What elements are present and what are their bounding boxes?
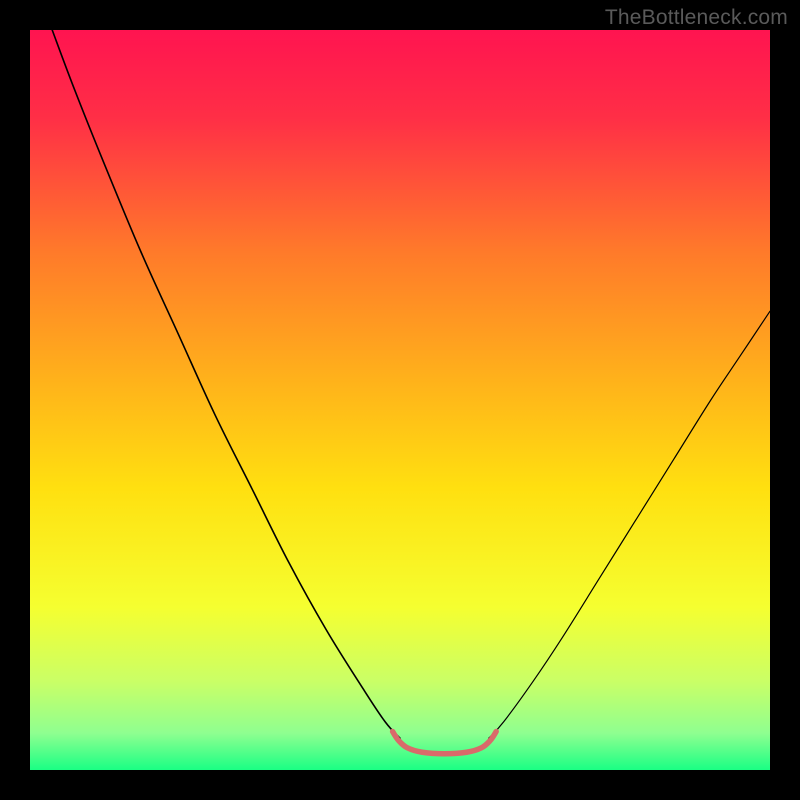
watermark-text: TheBottleneck.com <box>605 6 788 30</box>
gradient-background <box>30 30 770 770</box>
chart-svg <box>30 30 770 770</box>
plot-area <box>30 30 770 770</box>
chart-outer-frame: TheBottleneck.com <box>0 0 800 800</box>
